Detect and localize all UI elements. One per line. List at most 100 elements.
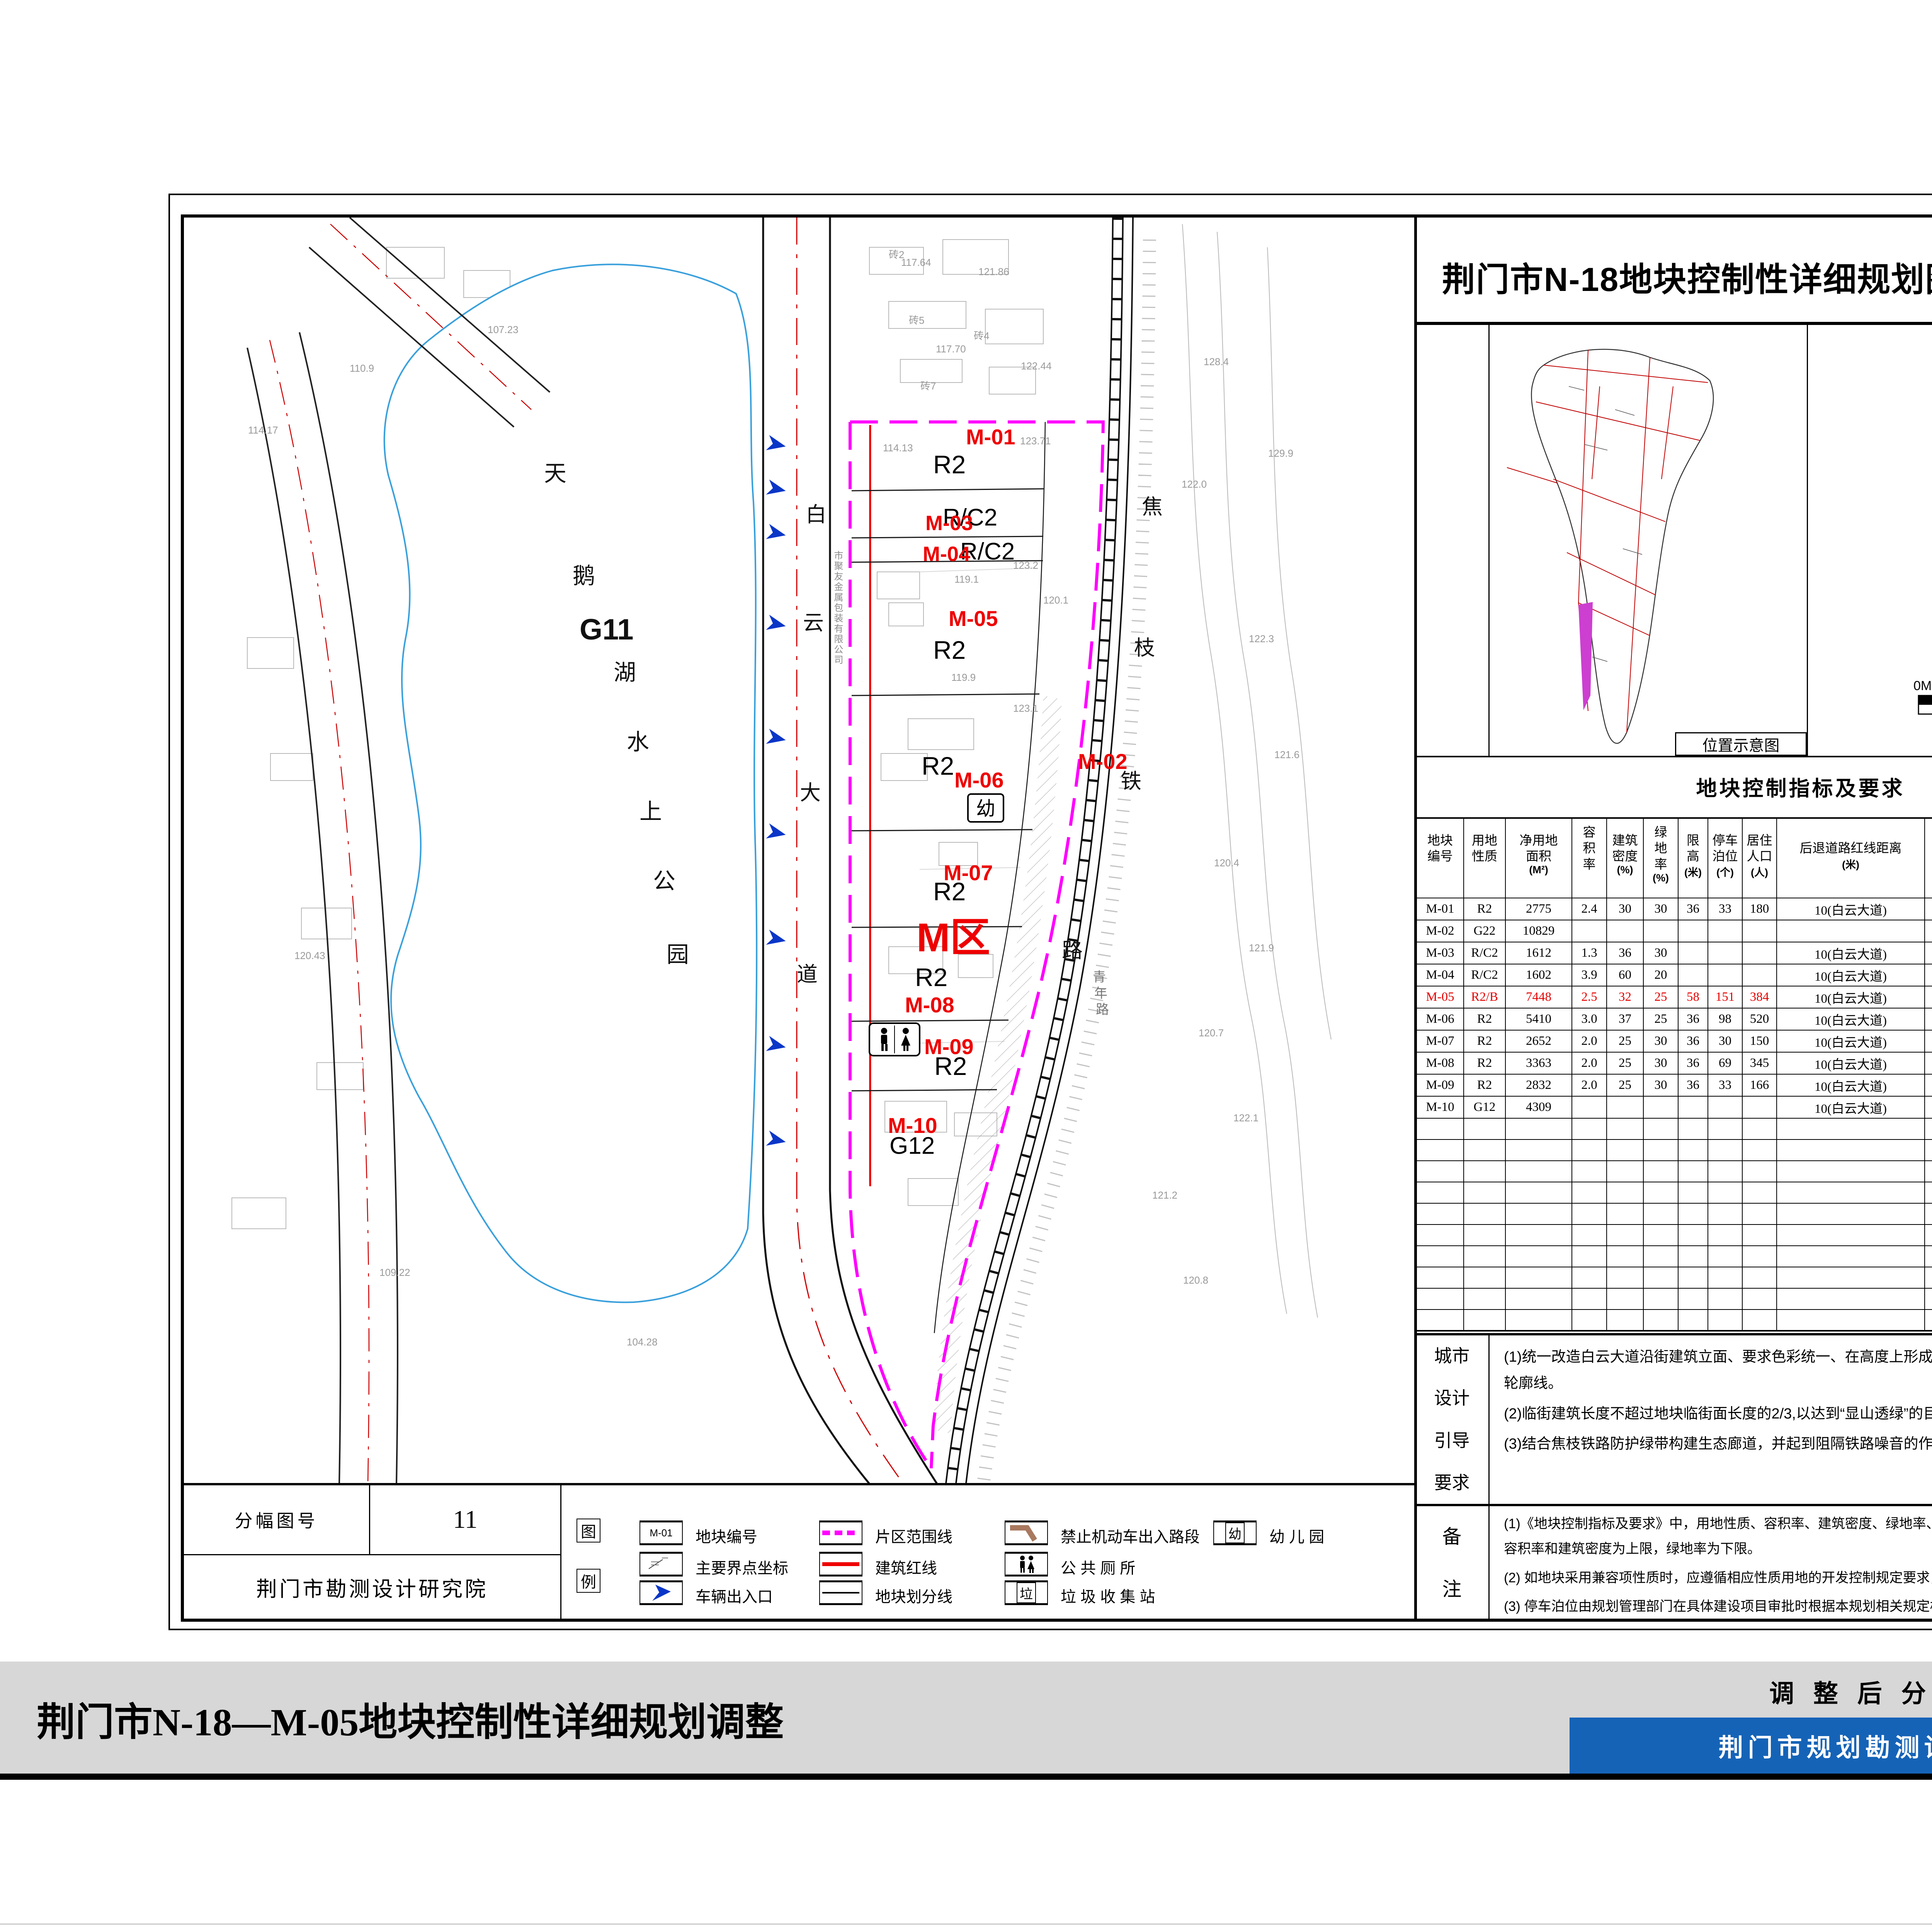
- table-cell: 30: [1643, 1030, 1678, 1052]
- guidance-label-line: 要求: [1434, 1469, 1470, 1494]
- svg-text:107.23: 107.23: [488, 324, 519, 335]
- table-cell-empty: [1742, 1225, 1777, 1246]
- table-body: M-01R227752.43030363318010(白云大道)C21 C24整…: [1416, 898, 1932, 1331]
- public-toilet-legend-symbol: [1005, 1552, 1048, 1577]
- table-cell-empty: [1464, 1310, 1505, 1331]
- table-cell: 2.4: [1572, 898, 1607, 920]
- table-cell: R2: [1464, 1052, 1505, 1074]
- table-cell-empty: [1643, 1182, 1678, 1203]
- public-toilet-symbol: [869, 1023, 920, 1056]
- table-cell-empty: [1572, 1203, 1607, 1225]
- kindergarten-symbol: 幼: [968, 794, 1003, 822]
- svg-text:128.4: 128.4: [1204, 356, 1229, 367]
- table-cell-empty: [1572, 1182, 1607, 1203]
- table-cell: R2: [1464, 898, 1505, 920]
- table-cell: [1925, 942, 1932, 964]
- table-cell-empty: [1643, 1161, 1678, 1182]
- table-header-cell: 容 积 率: [1572, 818, 1607, 898]
- table-cell: 2832: [1505, 1074, 1572, 1096]
- table-cell-empty: [1416, 1182, 1464, 1203]
- table-cell-empty: [1777, 1288, 1925, 1310]
- table-header-cell: 建筑 密度(%): [1607, 818, 1643, 898]
- table-cell-empty: [1678, 1182, 1708, 1203]
- divider-line: [1488, 325, 1490, 756]
- table-cell: 2652: [1505, 1030, 1572, 1052]
- svg-text:幼: 幼: [976, 798, 995, 820]
- footer-underline: [0, 1774, 1932, 1780]
- svg-text:道: 道: [797, 963, 818, 986]
- table-cell: R/C2: [1464, 942, 1505, 964]
- svg-text:114.17: 114.17: [248, 424, 278, 436]
- svg-text:R2: R2: [922, 752, 954, 780]
- table-cell-empty: [1708, 1182, 1742, 1203]
- table-cell: 1612: [1505, 942, 1572, 964]
- note-item: (2) 如地块采用兼容项性质时，应遵循相应性质用地的开发控制规定要求，变更上述地…: [1504, 1566, 1932, 1591]
- table-cell: 32: [1607, 986, 1643, 1008]
- table-cell-empty: [1505, 1310, 1572, 1331]
- table-cell-empty: [1925, 1203, 1932, 1225]
- divider-line: [560, 1485, 561, 1619]
- table-cell-empty: [1643, 1246, 1678, 1267]
- svg-text:119.9: 119.9: [951, 672, 976, 683]
- footer-main-title: 荆门市N-18—M-05地块控制性详细规划调整: [37, 1683, 784, 1754]
- table-cell-empty: [1464, 1203, 1505, 1225]
- table-cell: 2775: [1505, 898, 1572, 920]
- table-cell: 58: [1678, 986, 1708, 1008]
- footer-faint-line: [0, 1923, 1932, 1925]
- table-cell-empty: [1416, 1288, 1464, 1310]
- vehicle-entrance-arrows: [766, 435, 787, 1150]
- table-cell: M-09: [1416, 1074, 1464, 1096]
- table-cell-empty: [1708, 1288, 1742, 1310]
- table-cell-empty: [1678, 1310, 1708, 1331]
- table-cell-empty: [1572, 1139, 1607, 1161]
- guidance-label-line: 设计: [1434, 1384, 1470, 1410]
- table-header-cell: 后退道路红线距离(米): [1777, 818, 1925, 898]
- table-cell: 36: [1678, 898, 1708, 920]
- svg-text:120.4: 120.4: [1214, 857, 1239, 869]
- divider-line: [1488, 1506, 1490, 1619]
- table-cell-empty: [1464, 1161, 1505, 1182]
- table-cell: 25: [1607, 1074, 1643, 1096]
- company-label: 市聚友金属包装有限公司: [831, 551, 844, 665]
- table-cell-empty: [1464, 1246, 1505, 1267]
- table-cell: 30: [1643, 898, 1678, 920]
- table-cell: 69: [1708, 1052, 1742, 1074]
- table-cell: [1678, 1096, 1708, 1118]
- svg-text:109.22: 109.22: [379, 1267, 410, 1278]
- vehicle-entrance-symbol: [639, 1580, 683, 1605]
- footer-institute: 荆门市规划勘测设计研究院: [1570, 1719, 1932, 1773]
- table-cell: [1572, 920, 1607, 942]
- table-cell: 2.0: [1572, 1052, 1607, 1074]
- table-cell-empty: [1678, 1118, 1708, 1139]
- table-cell-empty: [1925, 1182, 1932, 1203]
- svg-text:M-03: M-03: [925, 512, 973, 535]
- table-cell-empty: [1607, 1288, 1643, 1310]
- boundary-point-symbol: [639, 1552, 683, 1577]
- table-cell-empty: [1708, 1118, 1742, 1139]
- sheet-title: 荆门市N-18地块控制性详细规划图则: [1430, 240, 1932, 313]
- table-cell-empty: [1505, 1225, 1572, 1246]
- table-cell: [1708, 942, 1742, 964]
- svg-text:R2: R2: [933, 636, 966, 664]
- notes-label: 备 注: [1415, 1509, 1488, 1614]
- highlighted-block: [1578, 602, 1593, 710]
- table-cell-empty: [1708, 1310, 1742, 1331]
- svg-text:砖5: 砖5: [909, 315, 924, 326]
- location-caption: 位置示意图: [1675, 732, 1807, 756]
- sheet-number: 11: [370, 1485, 560, 1554]
- table-cell: 384: [1742, 986, 1777, 1008]
- table-cell-empty: [1416, 1310, 1464, 1331]
- table-cell: 2.0: [1572, 1074, 1607, 1096]
- table-cell: M-04: [1416, 964, 1464, 986]
- table-cell-empty: [1708, 1161, 1742, 1182]
- table-cell-empty: [1464, 1139, 1505, 1161]
- table-header-cell: 地块 编号: [1416, 818, 1464, 898]
- table-cell: 25: [1643, 1008, 1678, 1030]
- table-cell: [1678, 920, 1708, 942]
- table-header-cell: 绿 地 率(%): [1643, 818, 1678, 898]
- table-cell: [1643, 1096, 1678, 1118]
- table-header-cell: 用地 性质: [1464, 818, 1505, 898]
- table-cell: M-02: [1416, 920, 1464, 942]
- kindergarten-legend-symbol: 幼: [1213, 1520, 1257, 1545]
- table-cell: 150: [1742, 1030, 1777, 1052]
